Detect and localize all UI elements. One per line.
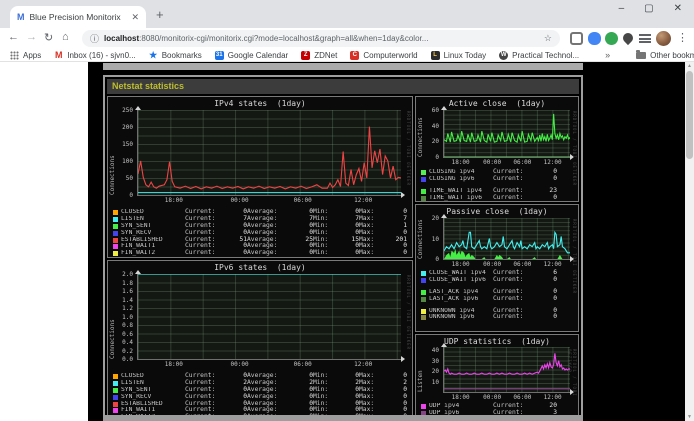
bookmark-google-calendar[interactable]: 31Google Calendar <box>215 51 288 60</box>
scroll-up-icon[interactable]: ▲ <box>685 63 694 69</box>
tab-close-icon[interactable]: ✕ <box>131 12 139 23</box>
window-controls: – ▢ ✕ <box>619 3 682 14</box>
plot-area <box>137 110 401 196</box>
chart-legend: CLOSING ipv4Current:0CLOSING ipv6Current… <box>421 169 575 202</box>
page-content: Netstat statistics IPv4 states (1day) Co… <box>0 62 694 421</box>
site-info-icon[interactable]: ⓘ <box>90 32 99 45</box>
axis-arrow-right <box>401 356 405 362</box>
tab-list-icon[interactable] <box>639 34 651 43</box>
extension-green-icon[interactable] <box>605 32 618 45</box>
zdnet-icon: Z <box>301 51 310 60</box>
browser-window: M Blue Precision Monitorix ✕ + – ▢ ✕ ← →… <box>0 0 694 421</box>
linux-today-icon: L <box>431 51 440 60</box>
chart-legend: CLOSEDCurrent:0Average:0Min:0Max:0LISTEN… <box>113 209 409 257</box>
plot-area <box>137 274 401 360</box>
chart-title: IPv4 states (1day) <box>108 99 412 108</box>
previous-section-border <box>103 63 583 70</box>
bookmark-star-icon[interactable]: ☆ <box>544 33 552 44</box>
plot-area <box>443 218 570 260</box>
y-axis-label: Connections <box>109 110 116 195</box>
home-button[interactable]: ⌂ <box>62 31 69 43</box>
bookmark-linux-today[interactable]: LLinux Today <box>431 51 487 60</box>
browser-menu-icon[interactable]: ⋮ <box>677 31 688 44</box>
chart-legend: CLOSE_WAIT ipv4Current:6CLOSE_WAIT ipv6C… <box>421 270 575 321</box>
bookmark-bookmarks[interactable]: ★Bookmarks <box>149 51 202 60</box>
bookmarks-bar: Apps MInbox (16) - sjvn0... ★Bookmarks 3… <box>0 49 694 62</box>
gmail-icon: M <box>54 51 63 60</box>
y-axis-ticks: 0204060 <box>423 110 441 157</box>
wordpress-icon: W <box>499 51 508 60</box>
reload-button[interactable]: ↻ <box>44 31 53 44</box>
y-axis-ticks: 10203040 <box>423 347 441 392</box>
bookmark-apps[interactable]: Apps <box>10 51 41 60</box>
chart-legend: CLOSEDCurrent:0Average:0Min:0Max:0LISTEN… <box>113 373 409 419</box>
extension-pin-icon[interactable] <box>621 31 635 45</box>
address-bar[interactable]: ⓘ localhost:8080/monitorix-cgi/monitorix… <box>82 30 560 47</box>
forward-button[interactable]: → <box>26 31 37 43</box>
bookmark-inbox[interactable]: MInbox (16) - sjvn0... <box>54 51 135 60</box>
toolbar: ← → ↻ ⌂ ⓘ localhost:8080/monitorix-cgi/m… <box>0 28 694 49</box>
scrollbar-thumb[interactable] <box>686 71 693 159</box>
netstat-section: Netstat statistics IPv4 states (1day) Co… <box>103 75 583 421</box>
computerworld-icon: C <box>350 51 359 60</box>
x-axis-ticks: 18:0000:0006:0012:00 <box>137 361 400 369</box>
back-button[interactable]: ← <box>8 31 19 43</box>
tab-strip: M Blue Precision Monitorix ✕ + – ▢ ✕ <box>0 0 694 28</box>
x-axis-ticks: 18:0000:0006:0012:00 <box>443 261 569 269</box>
section-bottom-border <box>105 415 581 419</box>
page-background: Netstat statistics IPv4 states (1day) Co… <box>88 62 685 421</box>
chart-passive-close[interactable]: Passive close (1day) Connections 01020 1… <box>415 204 579 332</box>
calendar-icon: 31 <box>215 51 224 60</box>
axis-arrow-right <box>401 192 405 198</box>
profile-avatar[interactable] <box>656 31 671 46</box>
extension-blue-icon[interactable] <box>588 32 601 45</box>
apps-grid-icon <box>10 51 19 60</box>
bookmark-zdnet[interactable]: ZZDNet <box>301 51 337 60</box>
bookmark-computerworld[interactable]: CComputerworld <box>350 51 417 60</box>
y-axis-label: Connections <box>109 274 116 359</box>
section-title: Netstat statistics <box>107 79 579 94</box>
rrdtool-watermark: RRDTOOL / TOBI OETIKER <box>406 275 411 350</box>
rrdtool-watermark: RRDTOOL / TOBI OETIKER <box>406 111 411 186</box>
y-axis-ticks: 01020 <box>423 218 441 259</box>
other-bookmarks[interactable]: Other bookmarks <box>636 51 694 60</box>
url-text: localhost:8080/monitorix-cgi/monitorix.c… <box>104 34 538 43</box>
maximize-button[interactable]: ▢ <box>644 3 653 14</box>
x-axis-ticks: 18:0000:0006:0012:00 <box>137 197 400 205</box>
tab-title: Blue Precision Monitorix <box>30 12 128 22</box>
chart-title: IPv6 states (1day) <box>108 263 412 272</box>
minimize-button[interactable]: – <box>619 3 625 14</box>
url-host: localhost <box>104 34 139 43</box>
close-button[interactable]: ✕ <box>674 3 682 14</box>
plot-area <box>443 110 570 158</box>
new-tab-button[interactable]: + <box>156 7 164 22</box>
tab-blue-precision-monitorix[interactable]: M Blue Precision Monitorix ✕ <box>10 6 146 28</box>
scroll-down-icon[interactable]: ▼ <box>685 414 694 420</box>
url-rest: :8080/monitorix-cgi/monitorix.cgi?mode=l… <box>139 34 428 43</box>
folder-icon <box>636 52 646 59</box>
monitorix-favicon: M <box>17 12 25 22</box>
page-scrollbar[interactable]: ▲ ▼ <box>685 62 694 421</box>
x-axis-ticks: 18:0000:0006:0012:00 <box>443 159 569 167</box>
x-axis-ticks: 18:0000:0006:0012:00 <box>443 394 569 402</box>
chart-active-close[interactable]: Active close (1day) Connections 0204060 … <box>415 96 579 202</box>
bookmark-practical-technology[interactable]: WPractical Technol... <box>499 51 579 60</box>
extension-square-icon[interactable] <box>570 32 583 45</box>
y-axis-ticks: 050100150200250 <box>116 110 135 195</box>
chart-ipv4-states[interactable]: IPv4 states (1day) Connections 050100150… <box>107 96 413 258</box>
star-icon: ★ <box>149 51 158 60</box>
y-axis-ticks: 0.00.20.40.60.81.01.21.41.61.82.0 <box>116 274 135 359</box>
bookmarks-overflow-chevron[interactable]: » <box>605 50 610 60</box>
chart-ipv6-states[interactable]: IPv6 states (1day) Connections 0.00.20.4… <box>107 260 413 419</box>
chart-udp-statistics[interactable]: UDP statistics (1day) Listen 10203040 18… <box>415 334 579 419</box>
plot-area <box>443 347 570 393</box>
